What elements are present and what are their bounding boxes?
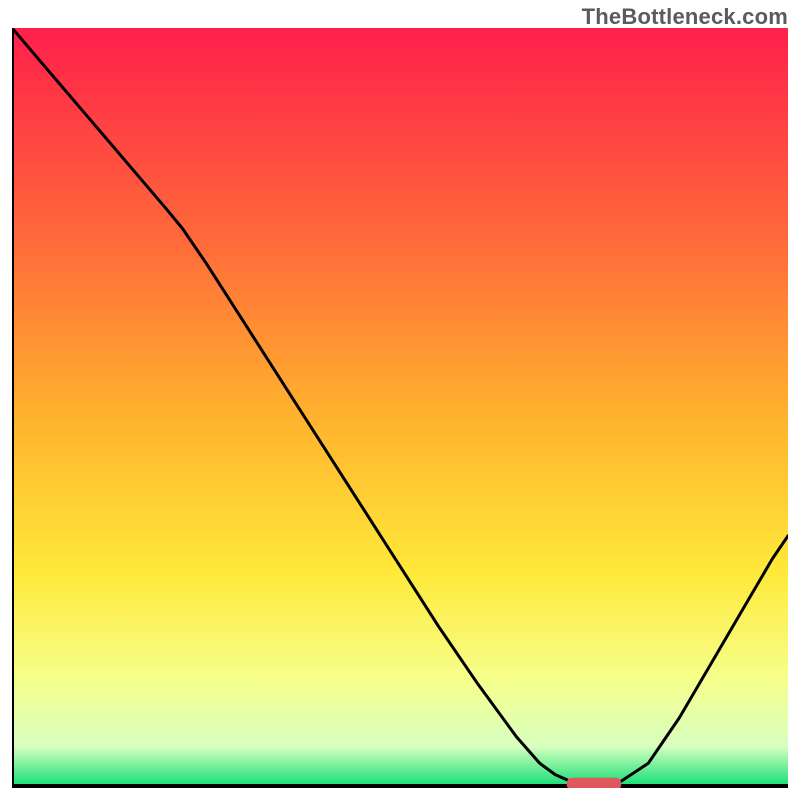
chart-frame: TheBottleneck.com bbox=[0, 0, 800, 800]
plot-area bbox=[12, 28, 788, 788]
gradient-background bbox=[12, 28, 788, 784]
chart-svg bbox=[12, 28, 788, 788]
watermark-text: TheBottleneck.com bbox=[582, 4, 788, 30]
optimal-marker bbox=[567, 778, 622, 788]
